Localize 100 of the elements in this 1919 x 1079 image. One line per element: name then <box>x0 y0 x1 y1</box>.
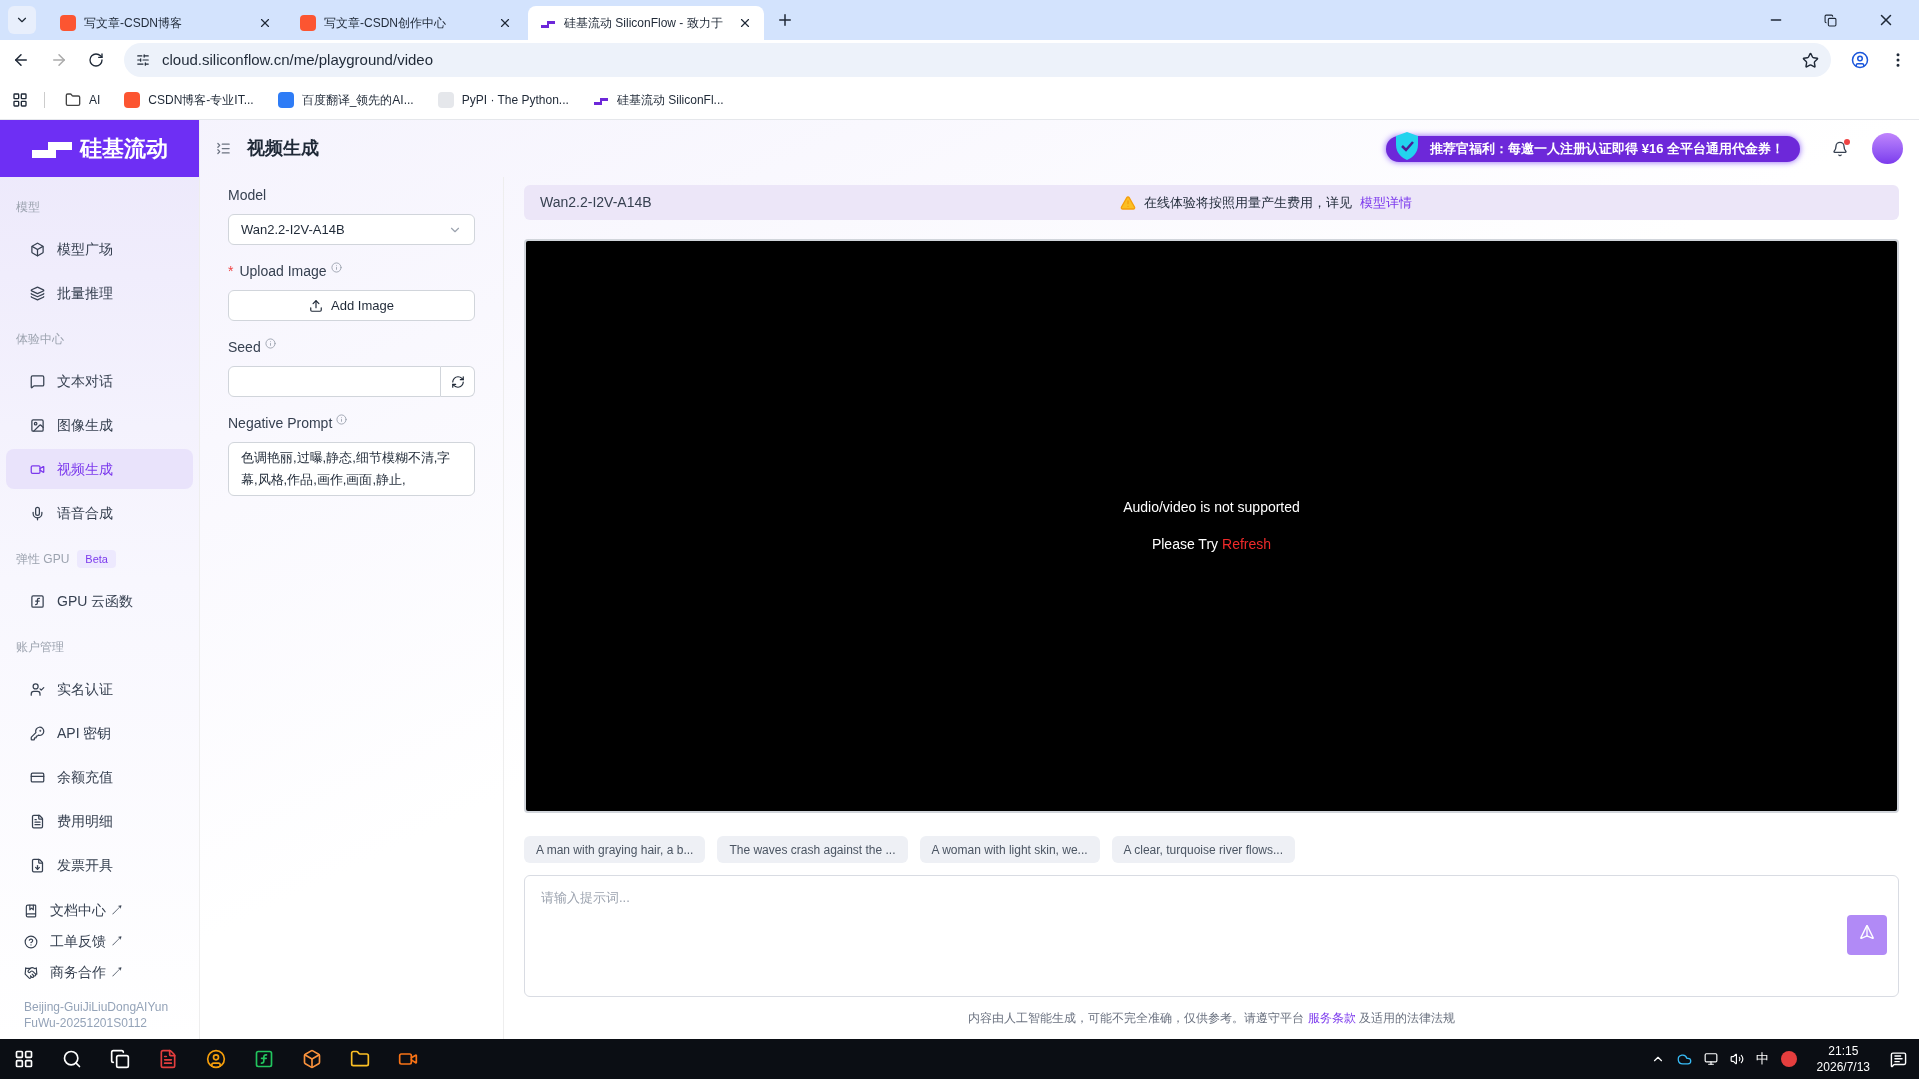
cloud-icon[interactable] <box>1676 1051 1692 1067</box>
link-icon <box>24 965 38 980</box>
prompt-field[interactable]: 请输入提示词... <box>524 875 1899 997</box>
field-label: Model <box>228 186 268 205</box>
bookmark[interactable]: CSDN博客-专业IT... <box>120 90 258 109</box>
nav-icon <box>30 373 45 389</box>
app-icon[interactable] <box>158 1049 178 1069</box>
error-message: Audio/video is not supported <box>1123 498 1300 517</box>
section-label: 模型 <box>16 199 40 216</box>
random-seed-button[interactable] <box>441 366 475 397</box>
refresh-link[interactable]: Refresh <box>1222 534 1272 555</box>
network-icon[interactable] <box>1703 1052 1718 1066</box>
refresh-icon <box>450 374 465 389</box>
site-info-icon[interactable] <box>136 53 150 67</box>
page-title: 视频生成 <box>247 137 319 160</box>
warning-icon <box>1120 194 1136 211</box>
bookmark[interactable]: AI <box>61 90 105 109</box>
bookmark[interactable]: 硅基流动 SiliconFl... <box>588 90 728 109</box>
nav-icon <box>30 681 45 697</box>
nav-item[interactable]: 视频生成 <box>6 449 193 489</box>
seed-input[interactable] <box>228 366 441 397</box>
notifications-icon[interactable] <box>1890 1050 1907 1068</box>
bookmark[interactable]: 百度翻译_领先的AI... <box>273 90 418 109</box>
link-icon <box>24 934 38 949</box>
url-text: cloud.siliconflow.cn/me/playground/video <box>162 49 434 70</box>
apps-icon[interactable] <box>12 91 28 108</box>
close-icon[interactable] <box>498 16 512 30</box>
input-method[interactable]: 中 <box>1755 1049 1769 1069</box>
windows-icon[interactable] <box>14 1049 34 1069</box>
suggestion-chip[interactable]: The waves crash against the ... <box>717 836 908 863</box>
suggestion-chip[interactable]: A woman with light skin, we... <box>919 836 1100 863</box>
external-link[interactable]: 商务合作 ↗ <box>24 962 175 983</box>
nav-item[interactable]: 发票开具 <box>6 845 193 885</box>
app-icon[interactable] <box>1780 1051 1797 1067</box>
external-link[interactable]: 工单反馈 ↗ <box>24 931 175 952</box>
suggestion-chip[interactable]: A man with graying hair, a b... <box>524 836 706 863</box>
search-icon[interactable] <box>62 1049 82 1069</box>
add-image-button[interactable]: Add Image <box>228 290 475 321</box>
model-name: Wan2.2-I2V-A14B <box>540 193 653 212</box>
model-select[interactable]: Wan2.2-I2V-A14B <box>228 214 475 245</box>
field-label: Seed <box>228 338 261 357</box>
browser-tab[interactable]: 写文章-CSDN博客 <box>48 6 284 40</box>
close-icon[interactable] <box>258 16 272 30</box>
browser-tab[interactable]: 硅基流动 SiliconFlow - 致力于 <box>528 6 764 40</box>
folder-icon <box>65 91 81 108</box>
nav-item[interactable]: 文本对话 <box>6 361 193 401</box>
nav-item[interactable]: 费用明细 <box>6 801 193 841</box>
model-details-link[interactable]: 模型详情 <box>1360 192 1412 213</box>
field-label: Negative Prompt <box>228 414 333 433</box>
reload-icon[interactable] <box>88 52 104 68</box>
info-icon <box>330 262 342 273</box>
nav-item[interactable]: 实名认证 <box>6 669 193 709</box>
brand-logo[interactable]: 硅基流动 <box>0 120 199 177</box>
nav-item[interactable]: 余额充值 <box>6 757 193 797</box>
info-icon <box>264 338 276 349</box>
beta-badge: Beta <box>77 549 116 569</box>
address-bar[interactable]: cloud.siliconflow.cn/me/playground/video <box>124 43 1831 77</box>
folder-icon[interactable] <box>350 1049 370 1069</box>
nav-item[interactable]: API 密钥 <box>6 713 193 753</box>
close-icon[interactable] <box>738 16 752 30</box>
nav-item[interactable]: 模型广场 <box>6 229 193 269</box>
tab-title: 写文章-CSDN博客 <box>84 15 183 32</box>
terms-link[interactable]: 服务条款 <box>1307 1011 1356 1025</box>
field-label: Upload Image <box>239 262 327 281</box>
section-label: 弹性 GPU <box>16 551 70 568</box>
new-tab-icon[interactable] <box>776 11 794 29</box>
bell-icon <box>1832 140 1848 157</box>
clock[interactable]: 21:15 2026/7/13 <box>1808 1043 1878 1075</box>
browser-tab[interactable]: 写文章-CSDN创作中心 <box>288 6 524 40</box>
profile-icon[interactable] <box>1851 51 1869 69</box>
app-icon[interactable] <box>302 1049 322 1069</box>
back-icon[interactable] <box>12 51 30 69</box>
info-icon <box>336 414 348 425</box>
bookmark-star-icon[interactable] <box>1802 51 1819 69</box>
disclaimer-text: 内容由人工智能生成，可能不完全准确，仅供参考。请遵守平台 服务条款 及适用的法律法规 <box>967 1010 1456 1027</box>
negative-prompt-field[interactable]: 色调艳丽,过曝,静态,细节模糊不清,字幕,风格,作品,画作,画面,静止, <box>228 442 475 496</box>
task-view-icon[interactable] <box>110 1049 130 1069</box>
logo-icon <box>540 18 556 28</box>
upload-icon <box>309 298 324 313</box>
bookmark[interactable]: PyPI · The Python... <box>433 90 573 109</box>
restore-icon[interactable] <box>1824 13 1837 27</box>
promo-banner[interactable]: 推荐官福利：每邀一人注册认证即得 ¥16 全平台通用代金券！ <box>1386 135 1800 162</box>
app-icon[interactable] <box>254 1049 274 1069</box>
nav-item[interactable]: GPU 云函数 <box>6 581 193 621</box>
suggestion-chip[interactable]: A clear, turquoise river flows... <box>1111 836 1295 863</box>
nav-icon <box>30 417 45 433</box>
video-player[interactable]: Audio/video is not supported Please Try Refresh <box>524 239 1899 813</box>
external-link[interactable]: 文档中心 ↗ <box>24 900 175 921</box>
notification-button[interactable] <box>1832 140 1848 157</box>
section-label: 体验中心 <box>16 331 64 348</box>
required-mark: * <box>228 262 234 281</box>
section-label: 账户管理 <box>16 639 64 656</box>
collapse-icon[interactable] <box>216 141 231 156</box>
volume-icon[interactable] <box>1729 1052 1744 1066</box>
retry-text: Please Try <box>1151 535 1219 554</box>
nav-item[interactable]: 图像生成 <box>6 405 193 445</box>
user-avatar[interactable] <box>1872 133 1903 164</box>
link-icon <box>24 903 38 918</box>
nav-item[interactable]: 语音合成 <box>6 493 193 533</box>
nav-item[interactable]: 批量推理 <box>6 273 193 313</box>
